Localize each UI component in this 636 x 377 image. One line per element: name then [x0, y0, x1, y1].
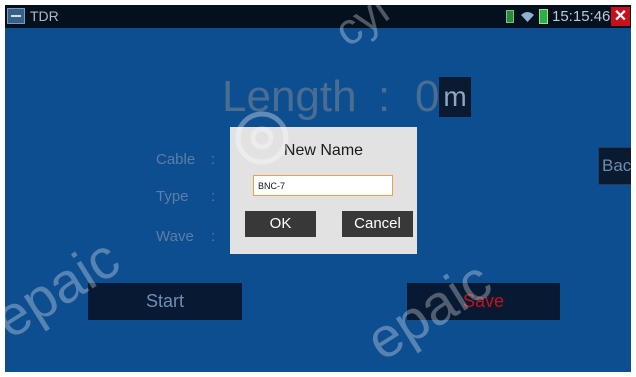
new-name-dialog: New Name OK Cancel	[230, 127, 417, 254]
length-label: Length	[222, 72, 357, 121]
length-separator: :	[378, 72, 391, 121]
length-value: 0	[415, 72, 440, 121]
start-button[interactable]: Start	[88, 283, 242, 320]
save-button[interactable]: Save	[407, 283, 560, 320]
dialog-title: New Name	[283, 142, 364, 159]
length-readout: Length : 0 m	[5, 68, 631, 126]
status-bar: TDR 15:15:46 ✕	[5, 5, 631, 28]
type-colon: :	[211, 188, 216, 205]
wifi-icon	[521, 12, 534, 22]
app-title: TDR	[30, 8, 59, 24]
ok-button[interactable]: OK	[245, 211, 316, 237]
sd-card-icon	[506, 10, 514, 23]
length-unit: m	[439, 77, 471, 117]
wave-colon: :	[211, 228, 216, 245]
device-screen: TDR 15:15:46 ✕ Length : 0 m Cable : Type…	[5, 5, 631, 372]
close-icon: ✕	[613, 8, 628, 25]
cable-label: Cable	[156, 151, 196, 168]
battery-icon	[539, 9, 548, 24]
wave-label: Wave	[156, 228, 194, 245]
clock: 15:15:46	[552, 8, 611, 25]
back-button[interactable]: Back	[598, 147, 631, 185]
cancel-button[interactable]: Cancel	[342, 211, 413, 237]
type-label: Type	[156, 188, 189, 205]
cable-colon: :	[211, 151, 216, 168]
app-icon	[7, 8, 25, 24]
name-input[interactable]	[253, 175, 393, 196]
close-button[interactable]: ✕	[611, 7, 630, 26]
